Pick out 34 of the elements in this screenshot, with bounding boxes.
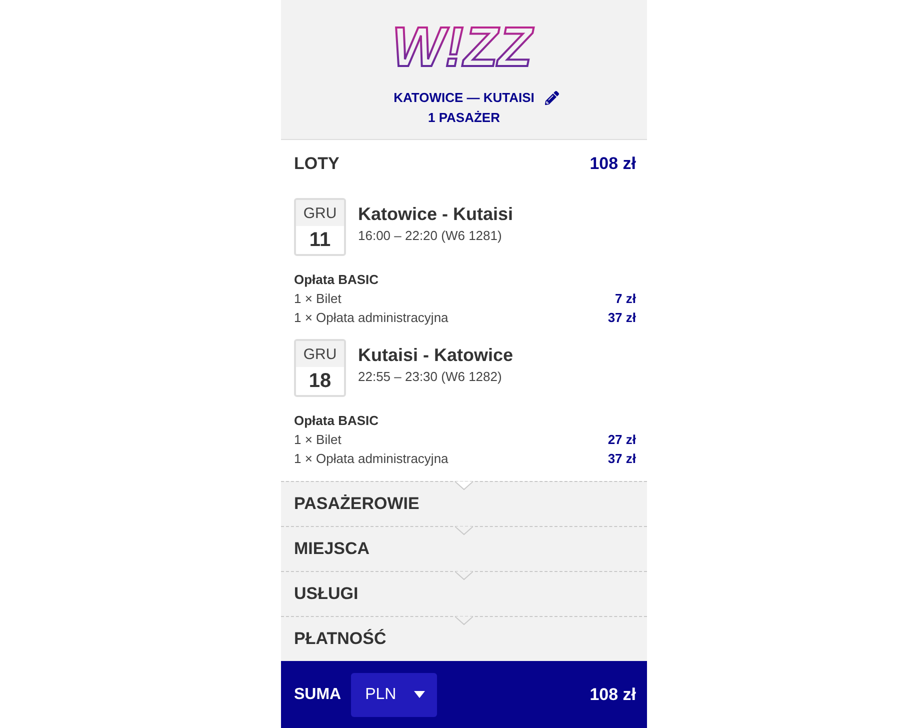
date-month: GRU bbox=[296, 341, 344, 367]
currency-dropdown[interactable]: PLN bbox=[351, 672, 438, 716]
chevron-icon bbox=[455, 616, 473, 625]
fee-label: 1 × Bilet bbox=[294, 431, 342, 449]
accordion-header[interactable]: PASAŻEROWIE bbox=[281, 481, 647, 526]
fee-label: 1 × Opłata administracyjna bbox=[294, 450, 448, 468]
total-amount: 108 zł bbox=[590, 684, 636, 704]
fee-amount: 27 zł bbox=[608, 431, 636, 449]
accordion-header[interactable]: USŁUGI bbox=[281, 571, 647, 616]
section-total: 108 zł bbox=[590, 154, 636, 174]
flight-route: Katowice - Kutaisi bbox=[358, 203, 514, 226]
accordion-header[interactable]: PŁATNOŚĆ bbox=[281, 616, 647, 661]
pencil-icon[interactable] bbox=[545, 91, 560, 105]
fare-title: Opłata BASIC bbox=[294, 412, 379, 430]
total-label: SUMA bbox=[294, 686, 342, 704]
accordion-header[interactable]: MIEJSCA bbox=[281, 526, 647, 571]
chevron-icon bbox=[455, 526, 473, 535]
fare-title: Opłata BASIC bbox=[294, 271, 379, 289]
route-title: KATOWICE — KUTAISI bbox=[394, 89, 534, 107]
flight-times: 16:00 – 22:20 (W6 1281) bbox=[358, 227, 502, 245]
chevron-icon bbox=[455, 481, 473, 490]
fee-amount: 37 zł bbox=[608, 450, 636, 468]
flight-route: Kutaisi - Katowice bbox=[358, 344, 514, 367]
fee-label: 1 × Bilet bbox=[294, 290, 342, 308]
fee-amount: 7 zł bbox=[615, 290, 636, 308]
fee-label: 1 × Opłata administracyjna bbox=[294, 309, 448, 327]
section-title: LOTY bbox=[294, 154, 340, 174]
chevron-icon bbox=[455, 571, 473, 580]
caret-down-icon bbox=[414, 691, 426, 698]
brand-logo: W!ZZ bbox=[388, 10, 540, 80]
flight-times: 22:55 – 23:30 (W6 1282) bbox=[358, 368, 502, 386]
passenger-count: 1 PASAŻER bbox=[428, 109, 500, 127]
fee-amount: 37 zł bbox=[608, 309, 636, 327]
date-month: GRU bbox=[296, 200, 344, 226]
